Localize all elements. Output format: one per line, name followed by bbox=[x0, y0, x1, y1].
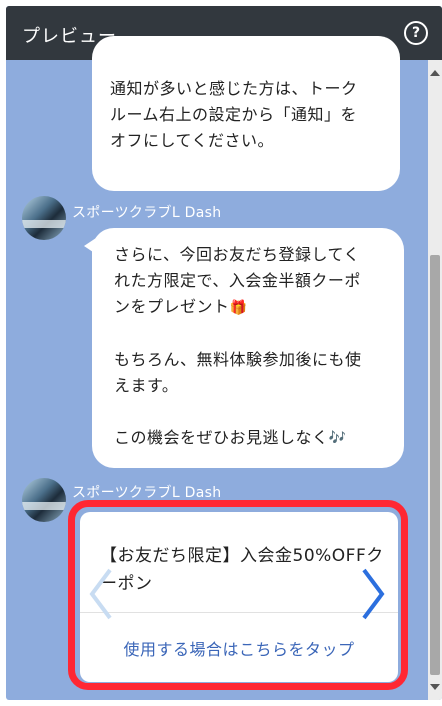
message-line: えます。 bbox=[114, 375, 179, 395]
gift-icon: 🎁 bbox=[229, 299, 248, 316]
message-line: この機会をぜひお見逃しなく bbox=[114, 427, 329, 447]
message-line: オフにしてください。 bbox=[110, 131, 275, 150]
scroll-up-icon[interactable] bbox=[430, 70, 440, 76]
message-line: もちろん、無料体験参加後にも使 bbox=[114, 349, 362, 369]
message-line: ンをプレゼント bbox=[114, 297, 230, 316]
music-notes-icon: 🎶 bbox=[328, 430, 347, 446]
message-line: れた方限定で、入会金半額クーポ bbox=[114, 271, 361, 290]
sender-name: スポーツクラブL Dash bbox=[72, 485, 222, 501]
avatar bbox=[22, 196, 66, 240]
preview-window: プレビュー ? 通知が多いと感じた方は、トーク ルーム右上の設定から「通知」を … bbox=[6, 6, 442, 700]
chevron-right-icon[interactable] bbox=[358, 566, 388, 622]
highlight-box bbox=[68, 500, 408, 690]
scrollbar-thumb[interactable] bbox=[430, 255, 440, 675]
message-line: さらに、今回お友だち登録してく bbox=[114, 245, 361, 264]
scroll-down-icon[interactable] bbox=[430, 684, 440, 690]
sender-name: スポーツクラブL Dash bbox=[72, 205, 222, 221]
message-line: ルーム右上の設定から「通知」を bbox=[110, 105, 358, 124]
message-bubble: 通知が多いと感じた方は、トーク ルーム右上の設定から「通知」を オフにしてくださ… bbox=[92, 36, 400, 191]
help-circle-icon[interactable]: ? bbox=[404, 21, 428, 45]
message-bubble: さらに、今回お友だち登録してく れた方限定で、入会金半額クーポ ンをプレゼント🎁… bbox=[84, 228, 404, 468]
avatar bbox=[22, 478, 66, 522]
message-line: 通知が多いと感じた方は、トーク bbox=[110, 79, 358, 98]
vertical-scrollbar[interactable] bbox=[428, 60, 442, 700]
chevron-left-icon[interactable] bbox=[86, 566, 116, 622]
